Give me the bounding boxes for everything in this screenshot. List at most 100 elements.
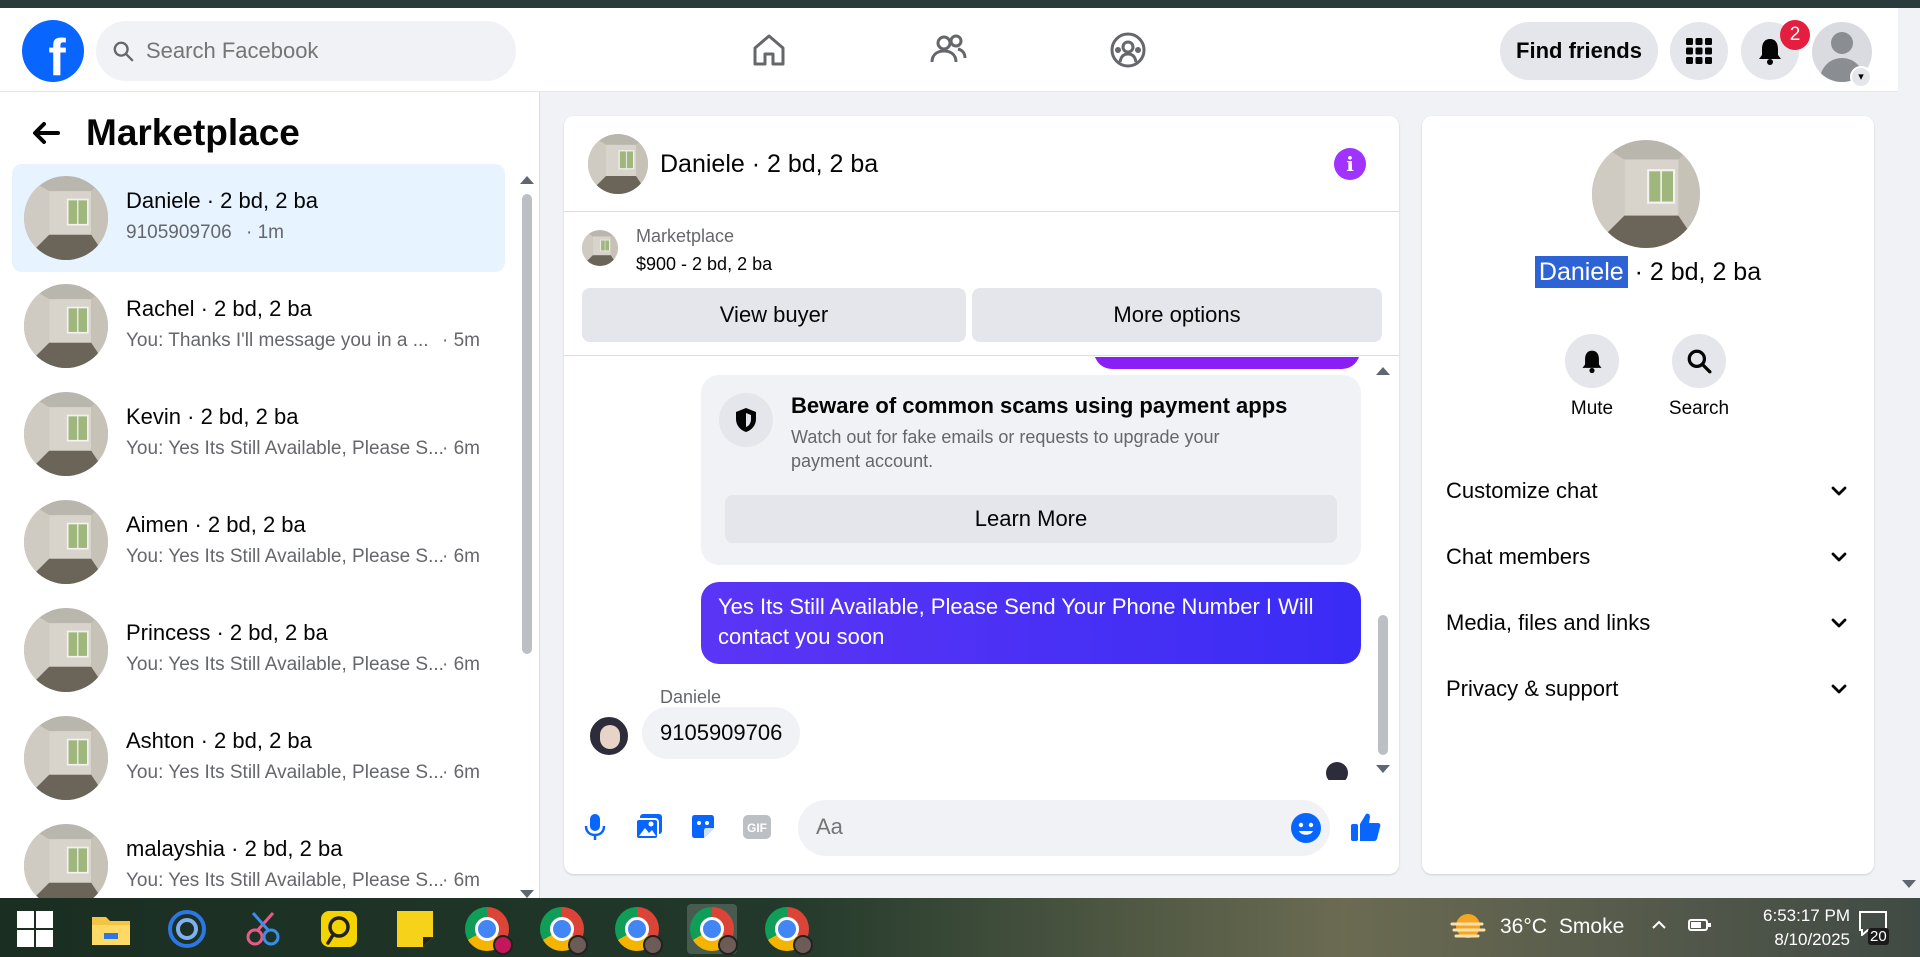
- chrome-profile-3-icon[interactable]: [612, 904, 663, 955]
- conversation-item[interactable]: malayshia · 2 bd, 2 ba You: Yes Its Still…: [12, 812, 505, 898]
- search-facebook-box[interactable]: [96, 21, 516, 81]
- search-label: Search: [1668, 398, 1730, 419]
- search-icon: [113, 41, 134, 62]
- gif-icon[interactable]: GIF: [740, 810, 774, 844]
- chrome-icon: [690, 907, 738, 955]
- browser-icon[interactable]: [162, 904, 212, 954]
- scroll-up-arrow-icon[interactable]: [1376, 367, 1390, 375]
- facebook-logo[interactable]: f: [22, 20, 84, 82]
- photo-icon[interactable]: [632, 810, 666, 844]
- conversation-item[interactable]: Princess · 2 bd, 2 ba You: Yes Its Still …: [12, 596, 505, 704]
- emoji-icon[interactable]: [1290, 812, 1322, 844]
- file-explorer-icon[interactable]: [86, 904, 136, 954]
- chat-listing-thumbnail[interactable]: [588, 134, 648, 194]
- seen-receipt-avatar: [1326, 762, 1348, 780]
- info-icon[interactable]: i: [1334, 148, 1366, 180]
- system-clock[interactable]: 6:53:17 PM 8/10/2025: [1730, 904, 1850, 952]
- info-section-chat-members[interactable]: Chat members: [1446, 532, 1850, 582]
- scroll-down-arrow-icon[interactable]: [1376, 765, 1390, 773]
- scrollbar-thumb[interactable]: [1378, 615, 1388, 755]
- search-action[interactable]: Search: [1649, 334, 1749, 420]
- sticker-icon[interactable]: [686, 810, 720, 844]
- weather-widget[interactable]: 36°C Smoke: [1448, 910, 1624, 944]
- conversation-thumbnail: [24, 392, 108, 476]
- conversation-thumbnail: [24, 716, 108, 800]
- battery-network-icon[interactable]: [1688, 915, 1714, 935]
- page-scrollbar[interactable]: [1898, 92, 1920, 898]
- snipping-tool-icon[interactable]: [238, 904, 288, 954]
- info-listing-thumbnail[interactable]: [1592, 140, 1700, 248]
- learn-more-button[interactable]: Learn More: [725, 495, 1337, 543]
- info-section-customize-chat[interactable]: Customize chat: [1446, 466, 1850, 516]
- support-app-icon[interactable]: [314, 904, 364, 954]
- scroll-down-arrow-icon[interactable]: [1902, 880, 1916, 888]
- chat-title[interactable]: Daniele · 2 bd, 2 ba: [660, 150, 878, 179]
- chevron-down-icon: [1831, 618, 1847, 628]
- conversation-preview: 9105909706: [126, 222, 232, 243]
- info-section-label: Privacy & support: [1446, 676, 1619, 701]
- outgoing-message-bubble[interactable]: Yes Its Still Available, Please Send You…: [701, 582, 1361, 664]
- chrome-icon: [765, 907, 813, 955]
- account-chevron-down-icon[interactable]: ▾: [1850, 66, 1872, 88]
- view-buyer-button[interactable]: View buyer: [582, 288, 966, 342]
- avatar-face-shape: [600, 725, 620, 749]
- thumbs-up-icon[interactable]: [1349, 810, 1383, 844]
- windows-start-icon[interactable]: [10, 904, 60, 954]
- menu-button[interactable]: [1670, 22, 1728, 80]
- chrome-profile-2-icon[interactable]: [537, 904, 588, 955]
- mute-action[interactable]: Mute: [1542, 334, 1642, 420]
- listing-thumbnail[interactable]: [582, 230, 618, 266]
- info-title-rest: · 2 bd, 2 ba: [1627, 258, 1762, 286]
- chevron-up-icon[interactable]: [1650, 916, 1668, 934]
- conversation-item[interactable]: Kevin · 2 bd, 2 ba You: Yes Its Still Ava…: [12, 380, 505, 488]
- home-icon: [753, 34, 785, 66]
- info-section-privacy-support[interactable]: Privacy & support: [1446, 664, 1850, 714]
- warning-title: Beware of common scams using payment app…: [791, 393, 1288, 418]
- find-friends-button[interactable]: Find friends: [1500, 22, 1658, 80]
- listing-price[interactable]: $900 - 2 bd, 2 ba: [636, 254, 772, 275]
- conversation-thumbnail: [24, 176, 108, 260]
- search-input[interactable]: [146, 38, 476, 64]
- bell-icon[interactable]: [1565, 334, 1619, 388]
- avatar-head-shape: [1831, 32, 1853, 54]
- scroll-up-arrow-icon[interactable]: [520, 176, 534, 184]
- back-arrow-icon[interactable]: [28, 115, 64, 151]
- message-input[interactable]: [816, 814, 1256, 840]
- weather-condition: Smoke: [1558, 915, 1625, 938]
- incoming-message-bubble[interactable]: 9105909706: [642, 707, 801, 759]
- info-section-media-files-and-links[interactable]: Media, files and links: [1446, 598, 1850, 648]
- profile-badge: [793, 935, 813, 955]
- conversation-thumbnail: [24, 284, 108, 368]
- info-section-label: Media, files and links: [1446, 610, 1651, 635]
- chrome-profile-4-icon[interactable]: [687, 904, 738, 955]
- conversation-name: Ashton · 2 bd, 2 ba: [126, 728, 312, 753]
- profile-badge: [568, 935, 588, 955]
- home-nav-button[interactable]: [741, 22, 797, 78]
- incoming-sender-name: Daniele: [660, 687, 722, 707]
- microphone-icon[interactable]: [578, 810, 612, 844]
- conversation-list-scrollbar[interactable]: [520, 172, 534, 898]
- chat-scrollbar[interactable]: [1376, 365, 1390, 775]
- conversation-name: Aimen · 2 bd, 2 ba: [126, 512, 306, 537]
- notification-center-icon[interactable]: 20: [1858, 910, 1894, 946]
- scrollbar-thumb[interactable]: [522, 194, 532, 654]
- groups-nav-button[interactable]: [1100, 22, 1156, 78]
- more-options-button[interactable]: More options: [972, 288, 1382, 342]
- sender-avatar[interactable]: [588, 715, 630, 757]
- sticky-notes-icon[interactable]: [390, 904, 440, 954]
- listing-bar: Marketplace $900 - 2 bd, 2 ba View buyer…: [564, 212, 1399, 356]
- scroll-down-arrow-icon[interactable]: [520, 890, 534, 898]
- conversation-item[interactable]: Daniele · 2 bd, 2 ba 9105909706 · 1m: [12, 164, 505, 272]
- friends-nav-button[interactable]: [920, 22, 976, 78]
- chrome-icon: [465, 907, 513, 955]
- message-input-field[interactable]: [798, 800, 1330, 856]
- conversation-item[interactable]: Ashton · 2 bd, 2 ba You: Yes Its Still Av…: [12, 704, 505, 812]
- chrome-profile-5-icon[interactable]: [762, 904, 813, 955]
- conversation-preview: You: Yes Its Still Available, Please S..…: [126, 654, 444, 675]
- info-title[interactable]: Daniele · 2 bd, 2 ba: [1422, 256, 1874, 288]
- conversation-item[interactable]: Rachel · 2 bd, 2 ba You: Thanks I'll mess…: [12, 272, 505, 380]
- chrome-profile-1-icon[interactable]: [462, 904, 513, 955]
- groups-icon: [1110, 32, 1146, 68]
- search-icon[interactable]: [1672, 334, 1726, 388]
- conversation-item[interactable]: Aimen · 2 bd, 2 ba You: Yes Its Still Ava…: [12, 488, 505, 596]
